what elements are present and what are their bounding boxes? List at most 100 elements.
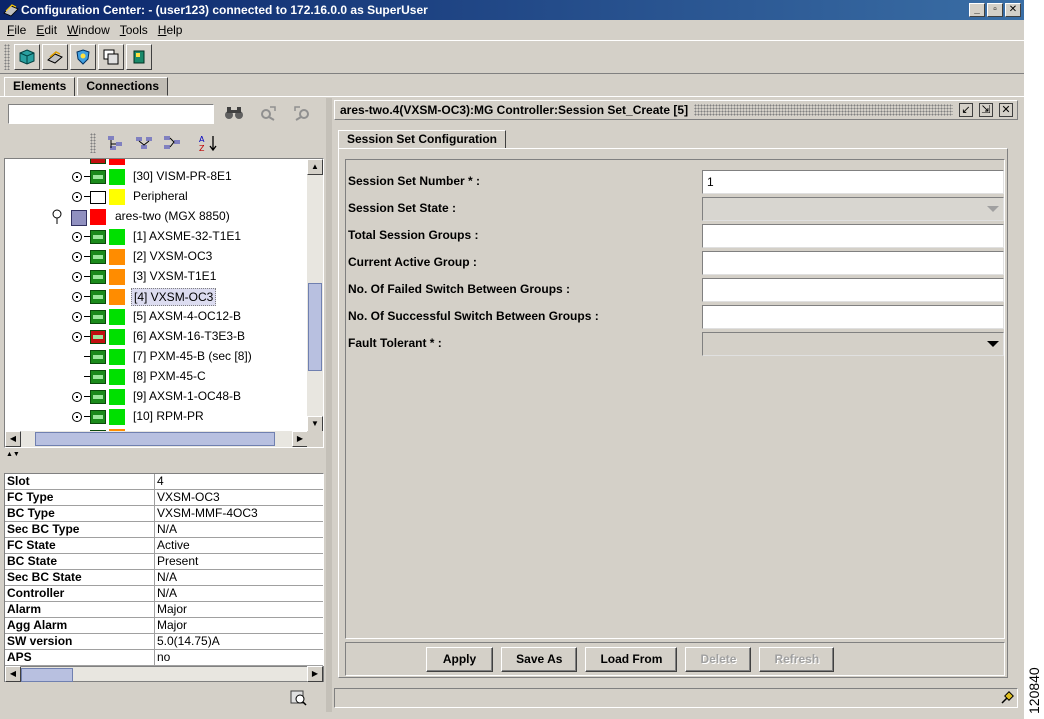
form-field-row: Fault Tolerant * : bbox=[348, 332, 1004, 356]
expand-toggle-icon[interactable] bbox=[72, 412, 82, 422]
expand-toggle-icon[interactable] bbox=[72, 192, 82, 202]
find-next-button[interactable] bbox=[258, 104, 278, 122]
close-frame-icon[interactable]: ✕ bbox=[999, 103, 1013, 117]
expand-toggle-icon[interactable] bbox=[72, 252, 82, 262]
close-button[interactable]: ✕ bbox=[1005, 3, 1021, 17]
toolbar bbox=[0, 40, 1024, 74]
minimize-frame-icon[interactable]: ↙ bbox=[959, 103, 973, 117]
filter-grip[interactable] bbox=[90, 133, 96, 153]
field-input[interactable]: 1 bbox=[702, 170, 1004, 194]
expand-toggle-icon[interactable] bbox=[72, 272, 82, 282]
scroll-left-button[interactable]: ◀ bbox=[5, 431, 21, 447]
scroll-up-button[interactable]: ▲ bbox=[307, 159, 323, 175]
expand-toggle-icon[interactable] bbox=[72, 392, 82, 402]
tree-node-label[interactable]: [2] VXSM-OC3 bbox=[131, 248, 214, 264]
element-view-button[interactable] bbox=[14, 44, 40, 70]
diagnostics-button[interactable] bbox=[70, 44, 96, 70]
properties-horizontal-scrollbar[interactable]: ◀ ▶ bbox=[4, 666, 324, 682]
filter-all-icon[interactable] bbox=[162, 134, 184, 152]
splitter-arrows-icon[interactable]: ▲▼ bbox=[6, 451, 20, 459]
tree-node-label[interactable]: [7] PXM-45-B (sec [8]) bbox=[131, 348, 254, 364]
tree-node-label[interactable]: [1] AXSME-32-T1E1 bbox=[131, 228, 243, 244]
search-input[interactable] bbox=[8, 104, 214, 124]
toolbar-grip[interactable] bbox=[4, 44, 10, 70]
tree-node-label[interactable]: [30] VISM-PR-8E1 bbox=[131, 168, 234, 184]
tree-row[interactable]: ares-two (MGX 8850) bbox=[5, 207, 308, 227]
menu-help[interactable]: Help bbox=[153, 23, 188, 37]
tree-row[interactable] bbox=[5, 159, 308, 167]
scroll-left-button[interactable]: ◀ bbox=[5, 666, 21, 682]
title-bar[interactable]: Configuration Center: - (user123) connec… bbox=[0, 0, 1024, 20]
vertical-splitter[interactable] bbox=[326, 98, 332, 712]
expand-toggle-icon[interactable] bbox=[72, 232, 82, 242]
chevron-down-icon[interactable] bbox=[987, 341, 999, 347]
tab-connections[interactable]: Connections bbox=[77, 77, 169, 96]
tab-session-set-configuration[interactable]: Session Set Configuration bbox=[338, 130, 507, 149]
tree-node-label[interactable]: [10] RPM-PR bbox=[131, 408, 206, 424]
tree-row[interactable]: [10] RPM-PR bbox=[5, 407, 308, 427]
field-input[interactable] bbox=[702, 251, 1004, 275]
apply-button[interactable]: Apply bbox=[425, 646, 494, 672]
field-dropdown[interactable] bbox=[702, 332, 1004, 356]
tree-row[interactable]: [9] AXSM-1-OC48-B bbox=[5, 387, 308, 407]
expand-toggle-icon[interactable] bbox=[72, 292, 82, 302]
connection-button[interactable] bbox=[42, 44, 68, 70]
tree-row[interactable]: [7] PXM-45-B (sec [8]) bbox=[5, 347, 308, 367]
find-button[interactable] bbox=[224, 104, 244, 122]
tree-row[interactable]: [30] VISM-PR-8E1 bbox=[5, 167, 308, 187]
save-as-button[interactable]: Save As bbox=[501, 646, 578, 672]
tree-row[interactable]: [5] AXSM-4-OC12-B bbox=[5, 307, 308, 327]
scroll-thumb[interactable] bbox=[308, 283, 322, 371]
filter-tree-icon[interactable] bbox=[106, 134, 128, 152]
tree-row[interactable]: [2] VXSM-OC3 bbox=[5, 247, 308, 267]
tree-node-label[interactable]: [9] AXSM-1-OC48-B bbox=[131, 388, 243, 404]
restore-frame-icon[interactable]: ⇲ bbox=[979, 103, 993, 117]
card-icon bbox=[90, 290, 106, 304]
form-field-row: Session Set State : bbox=[348, 197, 1004, 221]
tree-node-label[interactable]: [8] PXM-45-C bbox=[131, 368, 208, 384]
scroll-thumb[interactable] bbox=[21, 668, 73, 682]
tree-row[interactable]: [3] VXSM-T1E1 bbox=[5, 267, 308, 287]
book-button[interactable] bbox=[126, 44, 152, 70]
menu-window[interactable]: Window bbox=[62, 23, 115, 37]
windows-button[interactable] bbox=[98, 44, 124, 70]
restore-button[interactable]: ▫ bbox=[987, 3, 1003, 17]
tree-node-label[interactable]: [3] VXSM-T1E1 bbox=[131, 268, 218, 284]
horizontal-splitter[interactable]: ▲▼ bbox=[4, 451, 324, 459]
tree-node-label[interactable]: Peripheral bbox=[131, 188, 190, 204]
tree-node-label[interactable]: [6] AXSM-16-T3E3-B bbox=[131, 328, 247, 344]
expand-toggle-icon[interactable] bbox=[72, 312, 82, 322]
filter-group-icon[interactable] bbox=[134, 134, 156, 152]
property-key: BC Type bbox=[5, 506, 155, 521]
find-previous-button[interactable] bbox=[292, 104, 312, 122]
field-input[interactable] bbox=[702, 305, 1004, 329]
tab-elements[interactable]: Elements bbox=[4, 77, 76, 97]
sort-az-icon[interactable]: A Z bbox=[198, 134, 220, 152]
load-from-button[interactable]: Load From bbox=[585, 646, 678, 672]
collapse-toggle-icon[interactable] bbox=[52, 209, 62, 225]
form-title-bar[interactable]: ares-two.4(VXSM-OC3):MG Controller:Sessi… bbox=[334, 100, 1018, 120]
tree-row[interactable]: [6] AXSM-16-T3E3-B bbox=[5, 327, 308, 347]
scroll-down-button[interactable]: ▼ bbox=[307, 416, 323, 432]
scroll-right-button[interactable]: ▶ bbox=[307, 666, 323, 682]
minimize-button[interactable]: _ bbox=[969, 3, 985, 17]
menu-tools[interactable]: Tools bbox=[115, 23, 153, 37]
scroll-right-button[interactable]: ▶ bbox=[292, 431, 308, 447]
tree-row[interactable]: [1] AXSME-32-T1E1 bbox=[5, 227, 308, 247]
print-preview-icon[interactable] bbox=[288, 688, 308, 706]
expand-toggle-icon[interactable] bbox=[72, 332, 82, 342]
field-input[interactable] bbox=[702, 224, 1004, 248]
menu-edit[interactable]: Edit bbox=[31, 23, 62, 37]
tree-node-label[interactable]: [4] VXSM-OC3 bbox=[131, 288, 217, 306]
tree-node-label[interactable]: [5] AXSM-4-OC12-B bbox=[131, 308, 243, 324]
tree-row[interactable]: [4] VXSM-OC3 bbox=[5, 287, 308, 307]
tree-horizontal-scrollbar[interactable]: ◀ ▶ bbox=[5, 431, 308, 447]
expand-toggle-icon[interactable] bbox=[72, 172, 82, 182]
tree-vertical-scrollbar[interactable]: ▲ ▼ bbox=[307, 159, 323, 432]
tree-row[interactable]: Peripheral bbox=[5, 187, 308, 207]
tree-node-label[interactable]: ares-two (MGX 8850) bbox=[113, 208, 232, 224]
tree-row[interactable]: [8] PXM-45-C bbox=[5, 367, 308, 387]
scroll-thumb[interactable] bbox=[35, 432, 275, 446]
menu-file[interactable]: File bbox=[2, 23, 31, 37]
field-input[interactable] bbox=[702, 278, 1004, 302]
